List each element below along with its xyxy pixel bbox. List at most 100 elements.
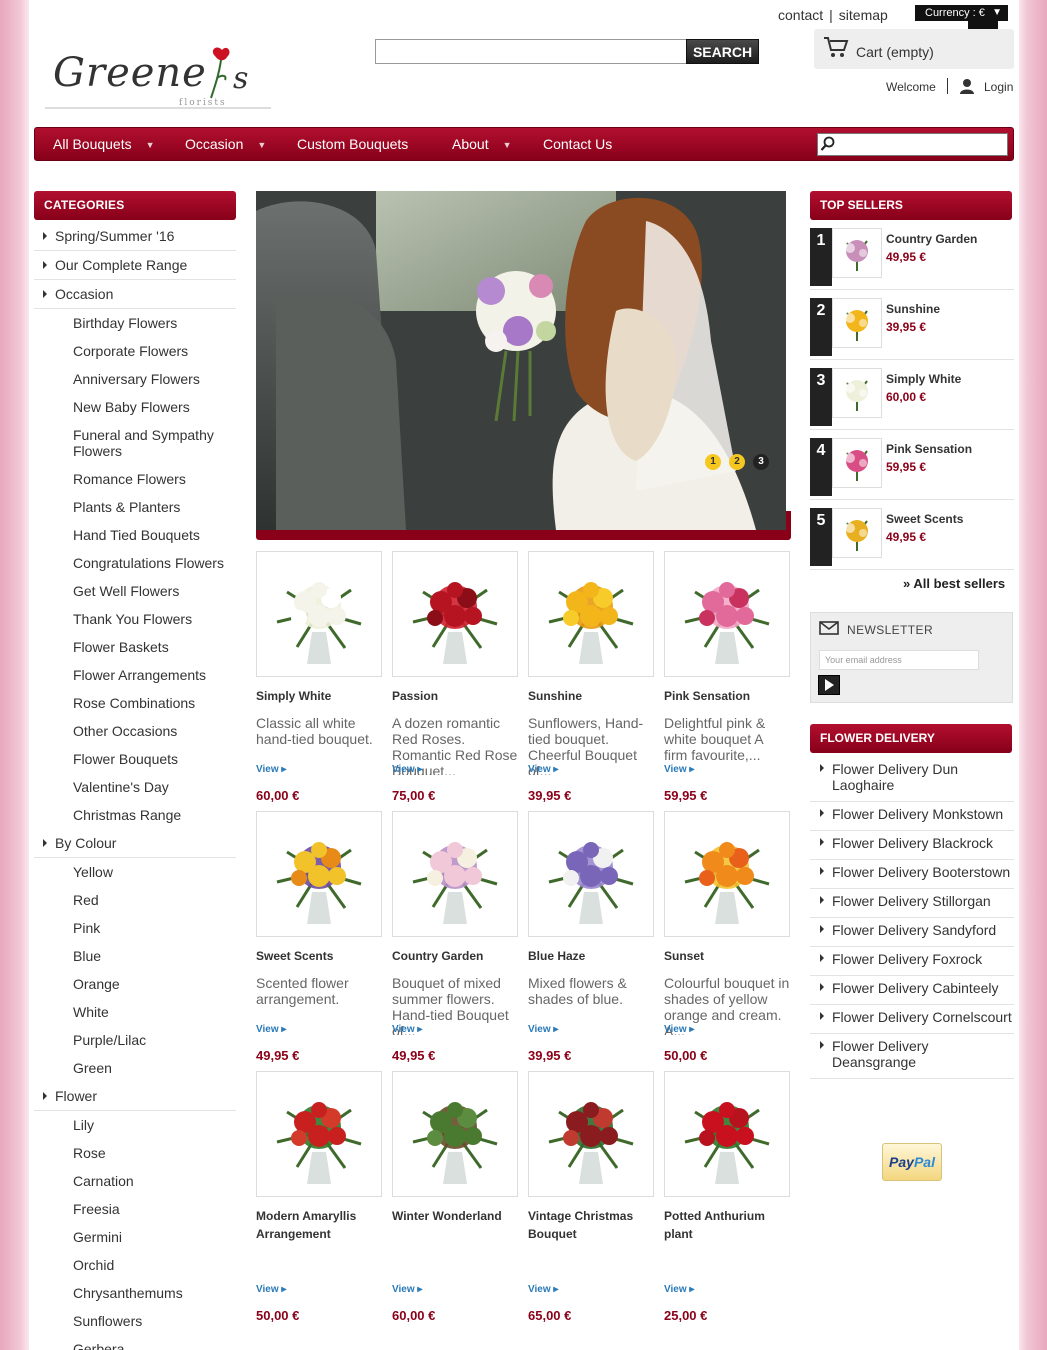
logo[interactable]: Greene s florists: [45, 44, 271, 112]
product-card[interactable]: Sunset Colourful bouquet in shades of yel…: [664, 811, 790, 1063]
all-best-sellers-link[interactable]: » All best sellers: [903, 576, 1005, 591]
product-image[interactable]: [664, 811, 790, 937]
top-seller-thumbnail[interactable]: [832, 508, 882, 558]
category-group[interactable]: Occasion: [34, 280, 236, 309]
category-item[interactable]: Gerbera: [34, 1335, 236, 1350]
category-item[interactable]: Chrysanthemums: [34, 1279, 236, 1307]
category-group[interactable]: Spring/Summer '16: [34, 222, 236, 251]
product-name[interactable]: Country Garden: [392, 947, 518, 965]
slider-dot-1[interactable]: 1: [705, 454, 721, 470]
category-item[interactable]: Rose Combinations: [34, 689, 236, 717]
category-item[interactable]: Get Well Flowers: [34, 577, 236, 605]
category-item[interactable]: Flower Arrangements: [34, 661, 236, 689]
product-image[interactable]: [392, 811, 518, 937]
product-name[interactable]: Winter Wonderland: [392, 1207, 518, 1225]
category-item[interactable]: Plants & Planters: [34, 493, 236, 521]
category-item[interactable]: Purple/Lilac: [34, 1026, 236, 1054]
product-name[interactable]: Passion: [392, 687, 518, 705]
currency-selector[interactable]: Currency : € ▼: [915, 5, 1008, 21]
view-link[interactable]: View ▸: [392, 1024, 422, 1035]
category-item[interactable]: Birthday Flowers: [34, 309, 236, 337]
top-seller-item[interactable]: 3 Simply White 60,00 €: [810, 364, 1014, 430]
top-seller-thumbnail[interactable]: [832, 438, 882, 488]
product-card[interactable]: Modern Amaryllis Arrangement View ▸ 50,00 …: [256, 1071, 382, 1323]
product-name[interactable]: Pink Sensation: [664, 687, 790, 705]
category-item[interactable]: Freesia: [34, 1195, 236, 1223]
product-image[interactable]: [664, 551, 790, 677]
view-link[interactable]: View ▸: [528, 764, 558, 775]
delivery-area-link[interactable]: Flower Delivery Monkstown: [810, 802, 1014, 831]
nav-occasion[interactable]: Occasion ▼: [185, 128, 266, 160]
product-card[interactable]: Sunshine Sunflowers, Hand-tied bouquet. C…: [528, 551, 654, 803]
nav-contact-us[interactable]: Contact Us: [543, 128, 612, 160]
login-link[interactable]: Login: [984, 80, 1013, 94]
newsletter-submit-button[interactable]: [818, 675, 840, 695]
product-image[interactable]: [528, 551, 654, 677]
product-card[interactable]: Passion A dozen romantic Red Roses. Roma…: [392, 551, 518, 803]
category-item[interactable]: Green: [34, 1054, 236, 1082]
category-item[interactable]: New Baby Flowers: [34, 393, 236, 421]
category-item[interactable]: Carnation: [34, 1167, 236, 1195]
nav-search-input[interactable]: [817, 133, 1008, 156]
view-link[interactable]: View ▸: [664, 1284, 694, 1295]
product-image[interactable]: [664, 1071, 790, 1197]
category-item[interactable]: Pink: [34, 914, 236, 942]
slider-dot-3[interactable]: 3: [753, 454, 769, 470]
product-card[interactable]: Country Garden Bouquet of mixed summer fl…: [392, 811, 518, 1063]
category-item[interactable]: Lily: [34, 1111, 236, 1139]
nav-about[interactable]: About ▼: [452, 128, 512, 160]
category-item[interactable]: Valentine's Day: [34, 773, 236, 801]
product-image[interactable]: [256, 551, 382, 677]
top-seller-name[interactable]: Pink Sensation: [886, 442, 972, 456]
top-seller-item[interactable]: 4 Pink Sensation 59,95 €: [810, 434, 1014, 500]
product-card[interactable]: Sweet Scents Scented flower arrangement. V…: [256, 811, 382, 1063]
product-name[interactable]: Sunset: [664, 947, 790, 965]
top-seller-name[interactable]: Simply White: [886, 372, 961, 386]
nav-custom-bouquets[interactable]: Custom Bouquets: [297, 128, 408, 160]
product-image[interactable]: [528, 811, 654, 937]
category-group[interactable]: By Colour: [34, 829, 236, 858]
delivery-area-link[interactable]: Flower Delivery Stillorgan: [810, 889, 1014, 918]
view-link[interactable]: View ▸: [664, 1024, 694, 1035]
category-item[interactable]: Orange: [34, 970, 236, 998]
view-link[interactable]: View ▸: [392, 764, 422, 775]
product-card[interactable]: Potted Anthurium plant View ▸ 25,00 €: [664, 1071, 790, 1323]
category-item[interactable]: Funeral and Sympathy Flowers: [34, 421, 236, 465]
view-link[interactable]: View ▸: [664, 764, 694, 775]
category-item[interactable]: Romance Flowers: [34, 465, 236, 493]
delivery-area-link[interactable]: Flower Delivery Foxrock: [810, 947, 1014, 976]
cart-button[interactable]: Cart (empty): [814, 29, 1014, 69]
slider-dot-2[interactable]: 2: [729, 454, 745, 470]
product-name[interactable]: Simply White: [256, 687, 382, 705]
category-item[interactable]: Other Occasions: [34, 717, 236, 745]
hero-slider[interactable]: 1 2 3: [256, 191, 791, 540]
product-card[interactable]: Pink Sensation Delightful pink & white bo…: [664, 551, 790, 803]
delivery-area-link[interactable]: Flower Delivery Sandyford: [810, 918, 1014, 947]
category-item[interactable]: Orchid: [34, 1251, 236, 1279]
product-name[interactable]: Sunshine: [528, 687, 654, 705]
top-seller-thumbnail[interactable]: [832, 368, 882, 418]
top-seller-item[interactable]: 5 Sweet Scents 49,95 €: [810, 504, 1014, 570]
category-item[interactable]: Flower Bouquets: [34, 745, 236, 773]
contact-link[interactable]: contact: [778, 7, 823, 23]
category-item[interactable]: Congratulations Flowers: [34, 549, 236, 577]
category-item[interactable]: Christmas Range: [34, 801, 236, 829]
delivery-area-link[interactable]: Flower Delivery Cornelscourt: [810, 1005, 1014, 1034]
product-card[interactable]: Simply White Classic all white hand-tied …: [256, 551, 382, 803]
nav-all-bouquets[interactable]: All Bouquets ▼: [53, 128, 155, 160]
category-group[interactable]: Our Complete Range: [34, 251, 236, 280]
view-link[interactable]: View ▸: [256, 764, 286, 775]
category-item[interactable]: Thank You Flowers: [34, 605, 236, 633]
delivery-area-link[interactable]: Flower Delivery Cabinteely: [810, 976, 1014, 1005]
product-name[interactable]: Sweet Scents: [256, 947, 382, 965]
delivery-area-link[interactable]: Flower Delivery Blackrock: [810, 831, 1014, 860]
category-item[interactable]: Sunflowers: [34, 1307, 236, 1335]
top-seller-item[interactable]: 1 Country Garden 49,95 €: [810, 224, 1014, 290]
category-item[interactable]: Germini: [34, 1223, 236, 1251]
sitemap-link[interactable]: sitemap: [839, 7, 888, 23]
delivery-area-link[interactable]: Flower Delivery Deansgrange: [810, 1034, 1014, 1079]
top-seller-thumbnail[interactable]: [832, 298, 882, 348]
category-item[interactable]: Rose: [34, 1139, 236, 1167]
product-image[interactable]: [392, 551, 518, 677]
view-link[interactable]: View ▸: [256, 1024, 286, 1035]
